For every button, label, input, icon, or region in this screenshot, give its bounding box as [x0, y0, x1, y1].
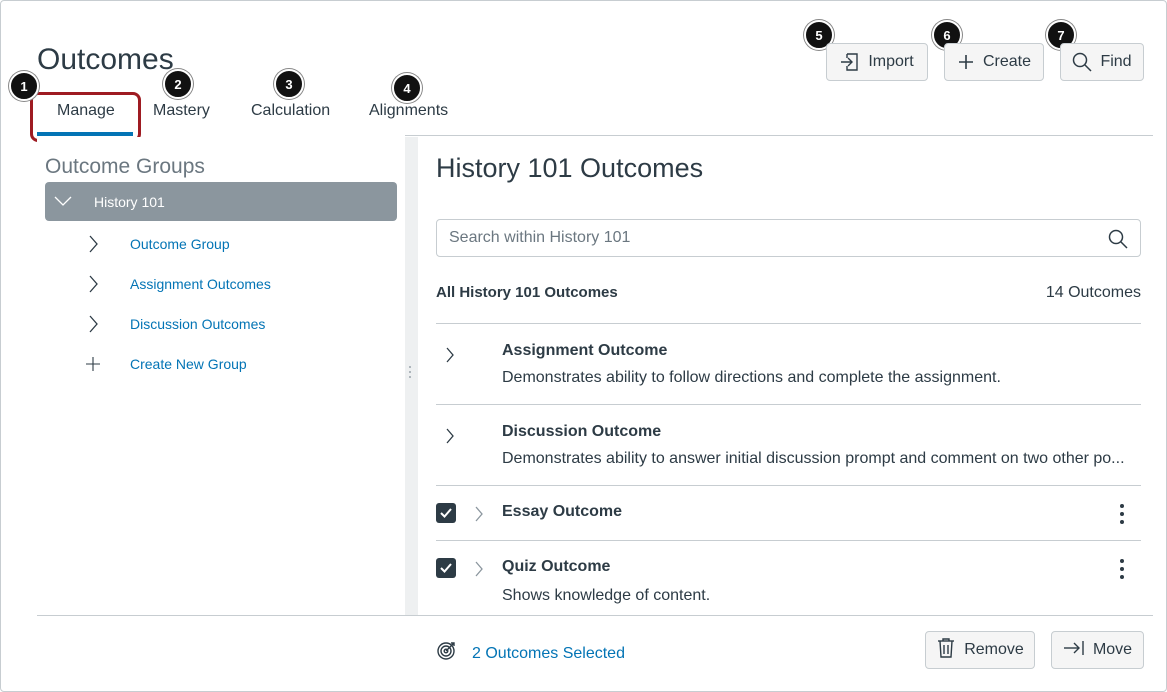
chevron-right-icon[interactable] — [444, 346, 456, 369]
outcome-row[interactable]: Assignment Outcome Demonstrates ability … — [436, 342, 1141, 392]
outcome-row[interactable]: Quiz Outcome Shows knowledge of content. — [436, 558, 1141, 608]
find-button-label: Find — [1100, 53, 1132, 70]
drag-handle-icon — [409, 363, 413, 381]
main-title: History 101 Outcomes — [436, 153, 704, 183]
header-divider — [405, 135, 1153, 136]
outcomes-count: 14 Outcomes — [1045, 284, 1141, 301]
divider — [436, 540, 1141, 541]
chevron-right-icon — [87, 274, 99, 297]
outcome-checkbox[interactable] — [436, 503, 456, 523]
import-button-label: Import — [868, 53, 914, 70]
tree-item-label: History 101 — [94, 194, 165, 210]
chevron-right-icon — [87, 234, 99, 257]
selected-outcomes-indicator[interactable]: 2 Outcomes Selected — [436, 641, 625, 666]
callout-badge: 1 — [9, 71, 39, 101]
tree-item-label: Outcome Group — [130, 236, 230, 252]
import-icon — [840, 52, 860, 72]
search-field — [436, 219, 1141, 257]
move-button-label: Move — [1092, 641, 1133, 658]
sidebar-title: Outcome Groups — [45, 155, 205, 178]
tab-alignments[interactable]: Alignments — [369, 102, 448, 120]
callout-badge: 4 — [392, 73, 422, 103]
chevron-right-icon — [87, 314, 99, 337]
divider — [436, 404, 1141, 405]
more-options-icon[interactable] — [1119, 503, 1125, 530]
remove-button[interactable]: Remove — [925, 631, 1035, 669]
tab-mastery[interactable]: Mastery — [153, 102, 210, 120]
selected-outcomes-link[interactable]: 2 Outcomes Selected — [472, 645, 625, 663]
outcome-description: Demonstrates ability to answer initial d… — [502, 450, 1125, 467]
panel-resize-handle[interactable] — [405, 137, 418, 615]
tree-item-label: Assignment Outcomes — [130, 276, 271, 292]
search-icon — [1072, 52, 1092, 72]
search-input[interactable] — [449, 228, 1089, 248]
search-icon[interactable] — [1108, 229, 1128, 254]
tree-item-assignment-outcomes[interactable]: Assignment Outcomes — [87, 272, 387, 296]
plus-icon — [85, 354, 101, 377]
callout-badge: 2 — [163, 69, 193, 99]
target-icon — [436, 641, 456, 666]
tree-item-discussion-outcomes[interactable]: Discussion Outcomes — [87, 312, 387, 336]
chevron-right-icon[interactable] — [473, 505, 485, 528]
divider — [436, 323, 1141, 324]
create-button[interactable]: Create — [944, 43, 1044, 81]
page-title: Outcomes — [37, 43, 174, 76]
tree-item-label: Discussion Outcomes — [130, 316, 266, 332]
create-button-label: Create — [982, 53, 1032, 70]
create-new-group-link[interactable]: Create New Group — [85, 352, 387, 377]
outcome-description: Shows knowledge of content. — [502, 587, 711, 604]
plus-icon — [957, 53, 975, 71]
outcome-row[interactable]: Discussion Outcome Demonstrates ability … — [436, 423, 1141, 473]
footer-divider — [37, 615, 1153, 616]
outcome-name: Assignment Outcome — [502, 342, 668, 359]
import-button[interactable]: Import — [826, 43, 928, 81]
outcome-name: Essay Outcome — [502, 503, 623, 520]
outcome-groups-sidebar: Outcome Groups History 101 Outcome Group… — [37, 137, 405, 615]
outcome-checkbox[interactable] — [436, 558, 456, 578]
tree-item-outcome-group[interactable]: Outcome Group — [87, 232, 387, 256]
chevron-right-icon[interactable] — [473, 560, 485, 583]
list-header-label: All History 101 Outcomes — [436, 284, 618, 301]
chevron-down-icon — [53, 192, 73, 213]
outcome-description: Demonstrates ability to follow direction… — [502, 369, 1001, 386]
outcome-name: Quiz Outcome — [502, 558, 611, 575]
more-options-icon[interactable] — [1119, 558, 1125, 585]
trash-icon — [936, 637, 956, 664]
tree-item-history-101[interactable]: History 101 — [45, 182, 397, 221]
find-button[interactable]: Find — [1060, 43, 1144, 81]
move-to-icon — [1063, 639, 1085, 662]
move-button[interactable]: Move — [1051, 631, 1144, 669]
chevron-right-icon[interactable] — [444, 427, 456, 450]
tab-calculation[interactable]: Calculation — [251, 102, 330, 120]
tree-item-label: Create New Group — [130, 356, 247, 372]
tab-highlight-box — [30, 92, 141, 142]
remove-button-label: Remove — [964, 641, 1024, 658]
outcome-name: Discussion Outcome — [502, 423, 662, 440]
callout-badge: 3 — [274, 69, 304, 99]
outcome-row[interactable]: Essay Outcome — [436, 503, 1141, 527]
divider — [436, 485, 1141, 486]
outcomes-page: Outcomes Manage Mastery Calculation Alig… — [0, 0, 1167, 692]
